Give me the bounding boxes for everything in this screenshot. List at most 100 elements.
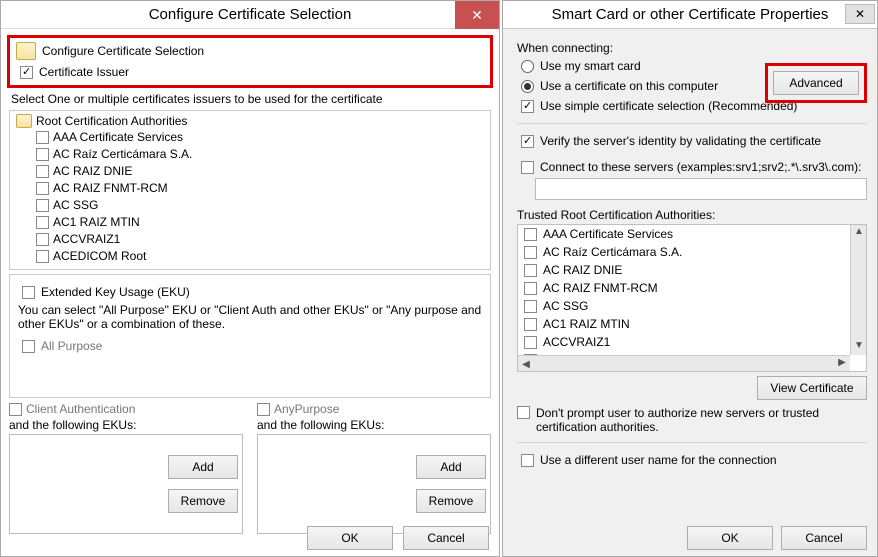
any-add-button[interactable]: Add xyxy=(416,455,486,479)
ok-button[interactable]: OK xyxy=(687,526,773,550)
tree-item[interactable]: AC SSG xyxy=(10,197,490,214)
header-highlight: Configure Certificate Selection Certific… xyxy=(7,35,493,88)
auth-label: AAA Certificate Services xyxy=(543,225,673,243)
any-remove-button[interactable]: Remove xyxy=(416,489,486,513)
tree-item[interactable]: AC Raíz Certicámara S.A. xyxy=(10,146,490,163)
view-certificate-button[interactable]: View Certificate xyxy=(757,376,867,400)
eku-col-any: AnyPurpose and the following EKUs: Add R… xyxy=(257,402,491,534)
use-smartcard-radio[interactable] xyxy=(521,60,534,73)
auth-checkbox[interactable] xyxy=(524,336,537,349)
horizontal-scrollbar[interactable]: ◀ ▶ xyxy=(518,355,850,371)
titlebar: Configure Certificate Selection ✕ xyxy=(1,1,499,29)
ok-button[interactable]: OK xyxy=(307,526,393,550)
use-certificate-label: Use a certificate on this computer xyxy=(540,77,718,95)
list-item[interactable]: ACCVRAIZ1 xyxy=(518,333,850,351)
auth-label: AC1 RAIZ MTIN xyxy=(543,315,630,333)
tree-item[interactable]: ACEDICOM Root xyxy=(10,248,490,265)
list-item[interactable]: AC Raíz Certicámara S.A. xyxy=(518,243,850,261)
issuer-checkbox[interactable] xyxy=(36,216,49,229)
advanced-button[interactable]: Advanced xyxy=(773,71,859,95)
tree-item[interactable]: AC1 RAIZ MTIN xyxy=(10,214,490,231)
auth-checkbox[interactable] xyxy=(524,228,537,241)
auth-checkbox[interactable] xyxy=(524,318,537,331)
certificate-issuer-checkbox[interactable] xyxy=(20,66,33,79)
client-auth-label: Client Authentication xyxy=(26,402,135,416)
client-add-button[interactable]: Add xyxy=(168,455,238,479)
auth-checkbox[interactable] xyxy=(524,246,537,259)
when-connecting-label: When connecting: xyxy=(517,41,867,55)
any-purpose-label: AnyPurpose xyxy=(274,402,339,416)
following-ekus-label: and the following EKUs: xyxy=(257,418,491,432)
eku-group: Extended Key Usage (EKU) You can select … xyxy=(9,274,491,398)
issuer-checkbox[interactable] xyxy=(36,250,49,263)
verify-identity-label: Verify the server's identity by validati… xyxy=(540,132,821,150)
list-item[interactable]: AC RAIZ DNIE xyxy=(518,261,850,279)
issuer-checkbox[interactable] xyxy=(36,165,49,178)
close-button[interactable]: ✕ xyxy=(845,4,875,24)
close-button[interactable]: ✕ xyxy=(455,1,499,29)
scroll-up-icon[interactable]: ▲ xyxy=(851,225,867,241)
auth-checkbox[interactable] xyxy=(524,300,537,313)
tree-root[interactable]: Root Certification Authorities xyxy=(10,113,490,129)
list-item[interactable]: AAA Certificate Services xyxy=(518,225,850,243)
vertical-scrollbar[interactable]: ▲ ▼ xyxy=(850,225,866,355)
client-eku-box: Add Remove xyxy=(9,434,243,534)
any-purpose-checkbox[interactable] xyxy=(257,403,270,416)
trusted-root-label: Trusted Root Certification Authorities: xyxy=(517,208,867,222)
tree-item[interactable]: ACCVRAIZ1 xyxy=(10,231,490,248)
verify-identity-checkbox[interactable] xyxy=(521,135,534,148)
auth-label: AC RAIZ DNIE xyxy=(543,261,622,279)
all-purpose-checkbox[interactable] xyxy=(22,340,35,353)
client-remove-button[interactable]: Remove xyxy=(168,489,238,513)
any-eku-list[interactable] xyxy=(258,435,412,533)
titlebar: Smart Card or other Certificate Properti… xyxy=(503,1,877,29)
issuer-tree[interactable]: Root Certification Authorities AAA Certi… xyxy=(9,110,491,270)
dont-prompt-checkbox[interactable] xyxy=(517,406,530,419)
tree-item[interactable]: AC RAIZ DNIE xyxy=(10,163,490,180)
scroll-left-icon[interactable]: ◀ xyxy=(518,358,534,372)
auth-label: ACCVRAIZ1 xyxy=(543,333,610,351)
dont-prompt-label: Don't prompt user to authorize new serve… xyxy=(536,406,867,434)
different-user-checkbox[interactable] xyxy=(521,454,534,467)
list-item[interactable]: AC RAIZ FNMT-RCM xyxy=(518,279,850,297)
issuer-checkbox[interactable] xyxy=(36,199,49,212)
dialog-title: Configure Certificate Selection xyxy=(149,6,352,23)
left-footer: OK Cancel xyxy=(307,526,489,550)
eku-checkbox[interactable] xyxy=(22,286,35,299)
tree-item[interactable]: AAA Certificate Services xyxy=(10,129,490,146)
use-certificate-radio[interactable] xyxy=(521,80,534,93)
scroll-down-icon[interactable]: ▼ xyxy=(851,339,867,355)
issuer-checkbox[interactable] xyxy=(36,182,49,195)
client-auth-checkbox[interactable] xyxy=(9,403,22,416)
certificate-icon xyxy=(16,114,32,128)
issuer-checkbox[interactable] xyxy=(36,131,49,144)
connect-servers-input[interactable] xyxy=(535,178,867,200)
cancel-button[interactable]: Cancel xyxy=(781,526,867,550)
issuer-label: AC SSG xyxy=(53,197,98,214)
list-item[interactable]: AC1 RAIZ MTIN xyxy=(518,315,850,333)
advanced-highlight: Advanced xyxy=(765,63,867,103)
auth-checkbox[interactable] xyxy=(524,264,537,277)
connect-servers-checkbox[interactable] xyxy=(521,161,534,174)
issuer-checkbox[interactable] xyxy=(36,233,49,246)
configure-cert-dialog: Configure Certificate Selection ✕ Config… xyxy=(0,0,500,557)
right-footer: OK Cancel xyxy=(687,526,867,550)
auth-label: AC RAIZ FNMT-RCM xyxy=(543,279,658,297)
auth-label: AC Raíz Certicámara S.A. xyxy=(543,243,682,261)
auth-checkbox[interactable] xyxy=(524,282,537,295)
scroll-right-icon[interactable]: ▶ xyxy=(834,356,850,372)
different-user-label: Use a different user name for the connec… xyxy=(540,451,777,469)
eku-columns: Client Authentication and the following … xyxy=(9,402,491,534)
following-ekus-label: and the following EKUs: xyxy=(9,418,243,432)
cancel-button[interactable]: Cancel xyxy=(403,526,489,550)
simple-selection-checkbox[interactable] xyxy=(521,100,534,113)
instruction-text: Select One or multiple certificates issu… xyxy=(11,92,489,106)
issuer-label: AC RAIZ DNIE xyxy=(53,163,132,180)
tree-item[interactable]: AC RAIZ FNMT-RCM xyxy=(10,180,490,197)
all-purpose-label: All Purpose xyxy=(41,337,102,355)
issuer-label: AC RAIZ FNMT-RCM xyxy=(53,180,168,197)
issuer-checkbox[interactable] xyxy=(36,148,49,161)
client-eku-list[interactable] xyxy=(10,435,164,533)
list-item[interactable]: AC SSG xyxy=(518,297,850,315)
trusted-root-list[interactable]: AAA Certificate Services AC Raíz Certicá… xyxy=(517,224,867,372)
